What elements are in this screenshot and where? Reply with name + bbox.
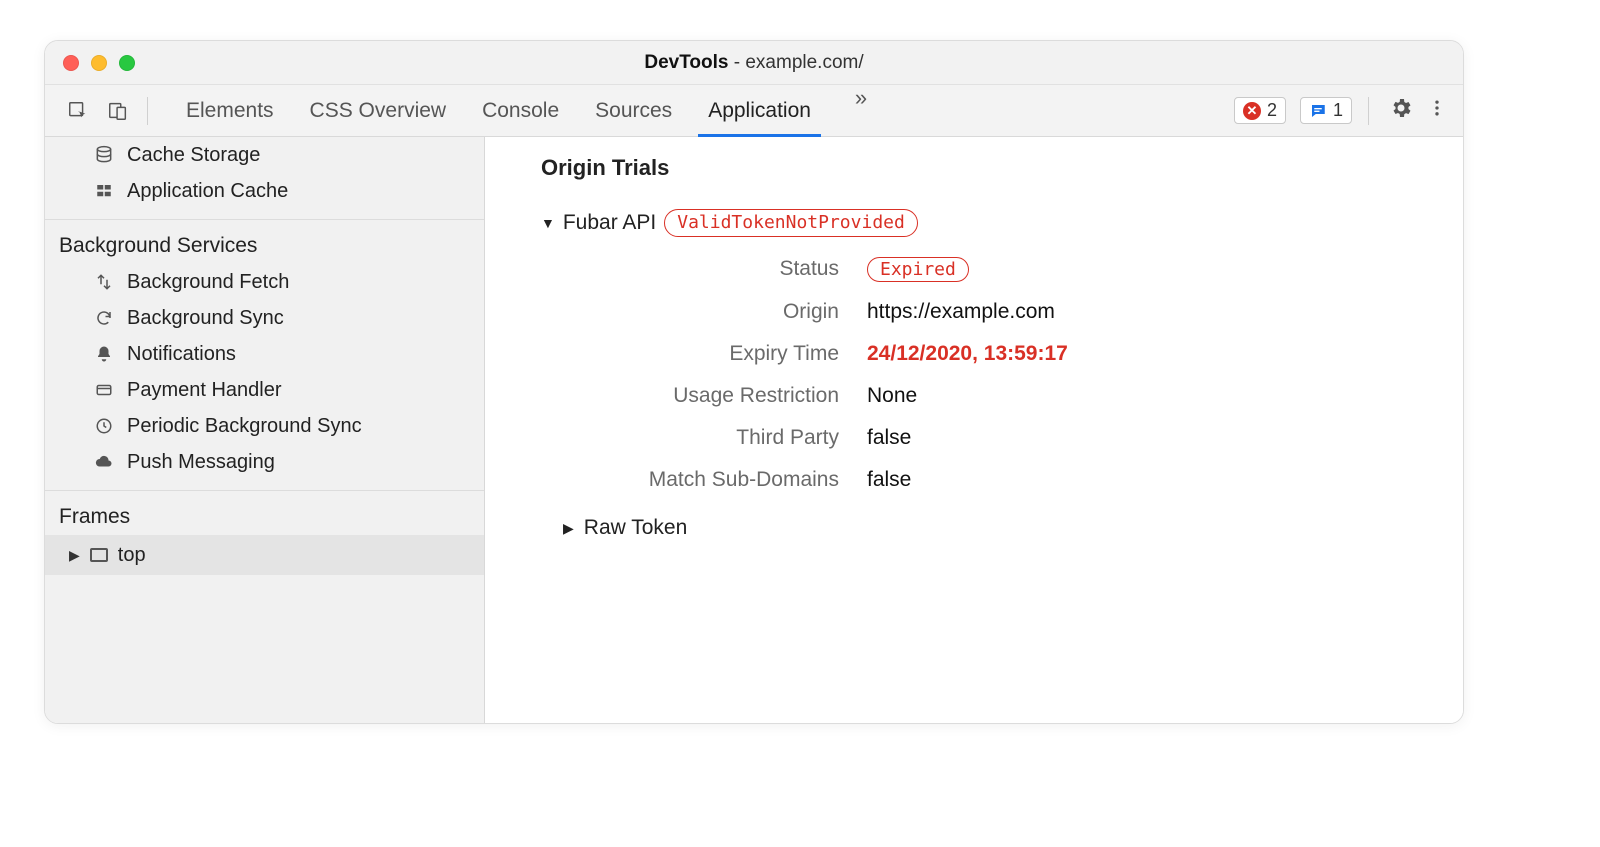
origin-trial-entry[interactable]: ▼ Fubar API ValidTokenNotProvided [541, 209, 1439, 237]
errors-chip[interactable]: ✕ 2 [1234, 97, 1286, 124]
clock-icon [93, 417, 115, 435]
more-tabs-icon[interactable]: » [847, 85, 875, 136]
sidebar-separator [45, 219, 484, 220]
status-expired-badge: Expired [867, 257, 969, 282]
expand-triangle-icon[interactable]: ▶ [563, 520, 574, 537]
message-icon [1309, 102, 1327, 120]
raw-token-label: Raw Token [584, 516, 688, 540]
messages-count: 1 [1333, 100, 1343, 121]
settings-icon[interactable] [1389, 96, 1413, 125]
window-title: DevTools - example.com/ [45, 52, 1463, 74]
window-title-url: - example.com/ [728, 52, 863, 73]
errors-count: 2 [1267, 100, 1277, 121]
messages-chip[interactable]: 1 [1300, 97, 1352, 124]
sidebar-section-background-services: Background Services [45, 228, 484, 264]
sidebar-separator [45, 490, 484, 491]
sidebar-item-background-sync[interactable]: Background Sync [45, 300, 484, 336]
sidebar-item-label: Payment Handler [127, 379, 282, 402]
collapse-triangle-icon[interactable]: ▼ [541, 215, 555, 231]
kebab-menu-icon[interactable] [1427, 96, 1447, 125]
label-third-party: Third Party [579, 426, 839, 450]
sidebar-item-notifications[interactable]: Notifications [45, 336, 484, 372]
sidebar-item-cache-storage[interactable]: Cache Storage [45, 137, 484, 173]
label-status: Status [579, 257, 839, 282]
sidebar-section-frames: Frames [45, 499, 484, 535]
sidebar-item-label: Background Fetch [127, 271, 289, 294]
sidebar-item-push-messaging[interactable]: Push Messaging [45, 444, 484, 480]
sync-icon [93, 309, 115, 327]
label-match-subdomains: Match Sub-Domains [579, 468, 839, 492]
value-usage-restriction: None [867, 384, 1439, 408]
panel-heading: Origin Trials [541, 155, 1439, 181]
value-origin: https://example.com [867, 300, 1439, 324]
sidebar-item-application-cache[interactable]: Application Cache [45, 173, 484, 209]
sidebar-item-periodic-background-sync[interactable]: Periodic Background Sync [45, 408, 484, 444]
raw-token-row[interactable]: ▶ Raw Token [563, 516, 1439, 540]
frame-top-row[interactable]: ▶ top [45, 535, 484, 575]
frame-icon [90, 548, 108, 562]
tab-application[interactable]: Application [708, 85, 811, 136]
fetch-arrows-icon [93, 273, 115, 291]
value-third-party: false [867, 426, 1439, 450]
sidebar-item-label: Background Sync [127, 307, 284, 330]
minimize-window-button[interactable] [91, 55, 107, 71]
value-status: Expired [867, 257, 1439, 282]
cloud-icon [93, 453, 115, 471]
sidebar-item-label: Push Messaging [127, 451, 275, 474]
tab-strip: Elements CSS Overview Console Sources Ap… [164, 85, 875, 136]
grid-icon [93, 182, 115, 200]
toolbar-separator [1368, 97, 1369, 125]
credit-card-icon [93, 381, 115, 399]
zoom-window-button[interactable] [119, 55, 135, 71]
value-match-subdomains: false [867, 468, 1439, 492]
origin-trial-details: Status Expired Origin https://example.co… [579, 257, 1439, 492]
database-icon [93, 145, 115, 165]
token-status-badge: ValidTokenNotProvided [664, 209, 918, 237]
frame-label: top [118, 544, 146, 567]
close-window-button[interactable] [63, 55, 79, 71]
error-icon: ✕ [1243, 102, 1261, 120]
tab-console[interactable]: Console [482, 85, 559, 136]
tab-css-overview[interactable]: CSS Overview [310, 85, 447, 136]
window-controls [63, 55, 135, 71]
sidebar-item-label: Application Cache [127, 180, 288, 203]
toolbar-separator [147, 97, 148, 125]
sidebar-item-background-fetch[interactable]: Background Fetch [45, 264, 484, 300]
sidebar-item-label: Periodic Background Sync [127, 415, 362, 438]
sidebar-item-label: Cache Storage [127, 144, 260, 167]
origin-trials-panel: Origin Trials ▼ Fubar API ValidTokenNotP… [485, 137, 1463, 723]
value-expiry: 24/12/2020, 13:59:17 [867, 342, 1439, 366]
label-origin: Origin [579, 300, 839, 324]
tab-sources[interactable]: Sources [595, 85, 672, 136]
devtools-window: DevTools - example.com/ Elements CSS Ove… [44, 40, 1464, 724]
label-usage-restriction: Usage Restriction [579, 384, 839, 408]
devtools-toolbar: Elements CSS Overview Console Sources Ap… [45, 85, 1463, 137]
sidebar-item-label: Notifications [127, 343, 236, 366]
device-toggle-icon[interactable] [105, 98, 131, 124]
application-sidebar: Cache Storage Application Cache Backgrou… [45, 137, 485, 723]
label-expiry: Expiry Time [579, 342, 839, 366]
sidebar-item-payment-handler[interactable]: Payment Handler [45, 372, 484, 408]
tab-elements[interactable]: Elements [186, 85, 274, 136]
titlebar: DevTools - example.com/ [45, 41, 1463, 85]
window-title-app: DevTools [644, 52, 728, 73]
inspect-element-icon[interactable] [65, 98, 91, 124]
expand-triangle-icon[interactable]: ▶ [69, 547, 80, 564]
bell-icon [93, 345, 115, 363]
origin-trial-name: Fubar API [563, 211, 656, 235]
